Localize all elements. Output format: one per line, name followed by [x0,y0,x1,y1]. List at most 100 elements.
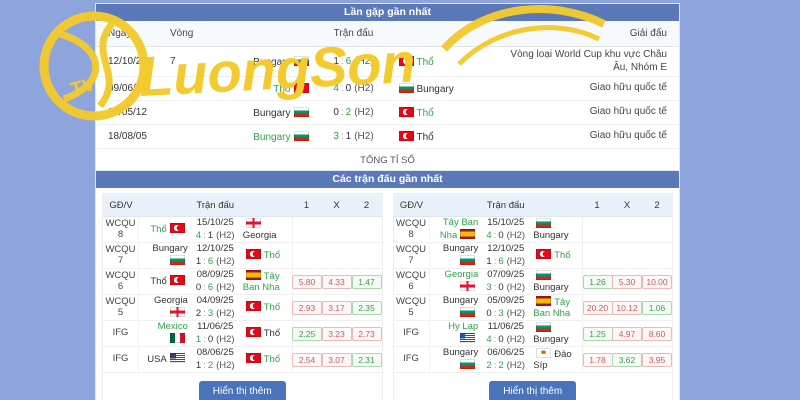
col-stage: GĐ/V [399,199,424,211]
recent-match-row[interactable]: IFG Bungary 06/06/25 2:2 (H2) Đảo Síp 1.7… [393,347,672,373]
recent-match-row[interactable]: WCQU 8 Tây Ban Nha 15/10/25 4:0 (H2) Bunga… [393,217,672,243]
recent-rows: WCQU 8 Thổ 15/10/25 4:1 (H2) Georgia WCQU 7 [103,217,382,373]
home-team-name: Bungary [253,56,291,68]
odd-home[interactable]: 1.26 [582,269,613,294]
odd-away[interactable]: 8.60 [642,321,672,346]
match-date: 11/06/25 [487,321,524,333]
away-team-name: Bungary [533,281,569,293]
odd-home[interactable]: 1.78 [582,347,613,372]
odd-draw[interactable]: 3.62 [612,347,642,372]
h2h-match-row[interactable]: 12/10/25 7 Bungary 1:6 (H2) Thổ Vòng loại… [96,47,679,77]
match-date: 15/10/25 [487,217,525,229]
home-team-flag-icon [293,82,309,93]
h2h-match-row[interactable]: 09/06/15 Thổ 4:0 (H2) Bungary Giao hữu qu… [96,77,679,101]
stage: IFG [103,321,139,346]
recent-match-row[interactable]: WCQU 5 Bungary 05/09/25 0:3 (H2) Tây Ban N… [393,295,672,321]
home-team-name: Thổ [150,276,167,288]
home-team: Bungary [139,243,188,268]
home-team-flag-icon [169,306,185,317]
match-date: 06/06/25 [487,347,525,359]
h2h-match-row[interactable]: 30/05/12 Bungary 0:2 (H2) Thổ Giao hữu qu… [96,101,679,125]
h2h-section-header: Lần gặp gần nhất [96,4,679,21]
odd-away[interactable] [642,217,672,242]
odd-home[interactable]: 1.25 [582,321,613,346]
odd-draw[interactable] [612,217,642,242]
recent-match-row[interactable]: WCQU 6 Georgia 07/09/25 3:0 (H2) Bungary 1… [393,269,672,295]
odd-away[interactable]: 1.06 [642,295,672,320]
home-team-name: USA [147,354,167,366]
odd-home[interactable]: 5.80 [291,269,322,294]
odd-away[interactable]: 2.31 [351,347,382,372]
h2h-match-row[interactable]: 18/08/05 Bungary 3:1 (H2) Thổ Giao hữu qu… [96,125,679,149]
odd-away[interactable]: 2.73 [351,321,382,346]
show-more-button[interactable]: Hiển thị thêm [489,381,577,400]
home-team: Bungary [430,295,478,320]
stage: WCQU 7 [103,243,139,268]
recent-match-row[interactable]: WCQU 7 Bungary 12/10/25 1:6 (H2) Thổ [103,243,382,269]
stage: IFG [103,347,139,372]
home-team: Bungary [210,130,312,143]
home-team-name: Thổ [150,224,167,236]
odd-draw[interactable]: 3.23 [321,321,352,346]
away-team-name: Thổ [263,302,281,314]
odd-draw[interactable]: 4.33 [321,269,352,294]
odd-home[interactable]: 2.25 [291,321,322,346]
home-team: Thổ [139,275,188,288]
odd-home[interactable]: 2.54 [291,347,322,372]
tournament: Giao hữu quốc tế [589,82,667,94]
match-date: 08/09/25 [196,269,234,281]
odd-home[interactable]: 2.93 [291,295,322,320]
match-score: 3:0 (H2) [486,281,526,293]
odd-draw[interactable] [612,243,642,268]
recent-match-row[interactable]: WCQU 7 Bungary 12/10/25 1:6 (H2) Thổ [393,243,672,269]
match-column-header: GĐ/V Trận đấu 1 X 2 [103,194,382,217]
stage: IFG [394,321,430,346]
recent-match-row[interactable]: IFG USA 08/06/25 1:2 (H2) Thổ 2.54 3.07 2… [103,347,382,373]
odd-away[interactable] [642,243,672,268]
odd-away[interactable] [352,217,382,242]
odd-draw[interactable] [322,243,352,268]
odd-draw[interactable]: 4.97 [612,321,642,346]
match-score: 1:2 (H2) [195,359,235,371]
home-team-flag-icon [293,106,309,117]
odd-away[interactable]: 3.95 [642,347,672,372]
away-team-flag-icon [245,249,261,260]
col-tournament: Giải đấu [629,28,667,39]
odd-away[interactable]: 1.47 [351,269,382,294]
home-team: Georgia [139,295,188,320]
odd-away[interactable]: 2.35 [351,295,382,320]
recent-match-row[interactable]: WCQU 8 Thổ 15/10/25 4:1 (H2) Georgia [103,217,382,243]
recent-match-row[interactable]: WCQU 5 Georgia 04/09/25 2:3 (H2) Thổ 2.93 … [103,295,382,321]
away-team-name: Thổ [263,354,281,366]
away-team: Georgia [243,217,292,242]
odd-draw[interactable]: 5.30 [612,269,642,294]
stage: WCQU 7 [394,243,430,268]
odd-home[interactable] [291,217,322,242]
odd-draw[interactable]: 3.17 [321,295,352,320]
odd-draw[interactable]: 3.07 [321,347,352,372]
home-team-flag-icon [169,332,185,343]
odd-draw[interactable] [322,217,352,242]
odd-home[interactable] [582,217,612,242]
away-team-flag-icon [536,217,552,228]
odd-away[interactable] [352,243,382,268]
away-team-name: Thổ [416,56,434,68]
h2h-column-header: Ngày Vòng Trận đấu Giải đấu [96,21,679,47]
recent-match-row[interactable]: IFG Mexico 11/06/25 1:0 (H2) Thổ 2.25 3.2… [103,321,382,347]
match-score: 1:6 (H2) [195,255,235,267]
odd-home[interactable] [291,243,322,268]
match-date: 12/10/25 [108,56,147,67]
recent-match-row[interactable]: IFG Hy Lạp 11/06/25 4:0 (H2) Bungary 1.25… [393,321,672,347]
show-more-button[interactable]: Hiển thị thêm [198,381,286,400]
match-date: 05/09/25 [487,295,525,307]
away-team-flag-icon [398,55,414,66]
odd-away[interactable]: 10.00 [642,269,672,294]
odd-draw[interactable]: 10.12 [612,295,642,320]
stage: WCQU 5 [394,295,430,320]
odd-home[interactable]: 20.20 [582,295,613,320]
odd-home[interactable] [582,243,612,268]
recent-match-row[interactable]: WCQU 6 Thổ 08/09/25 0:6 (H2) Tây Ban Nha 5… [103,269,382,295]
away-team-flag-icon [536,295,552,306]
recent-section-header: Các trận đấu gần nhất [96,171,679,188]
home-team: USA [139,353,188,366]
